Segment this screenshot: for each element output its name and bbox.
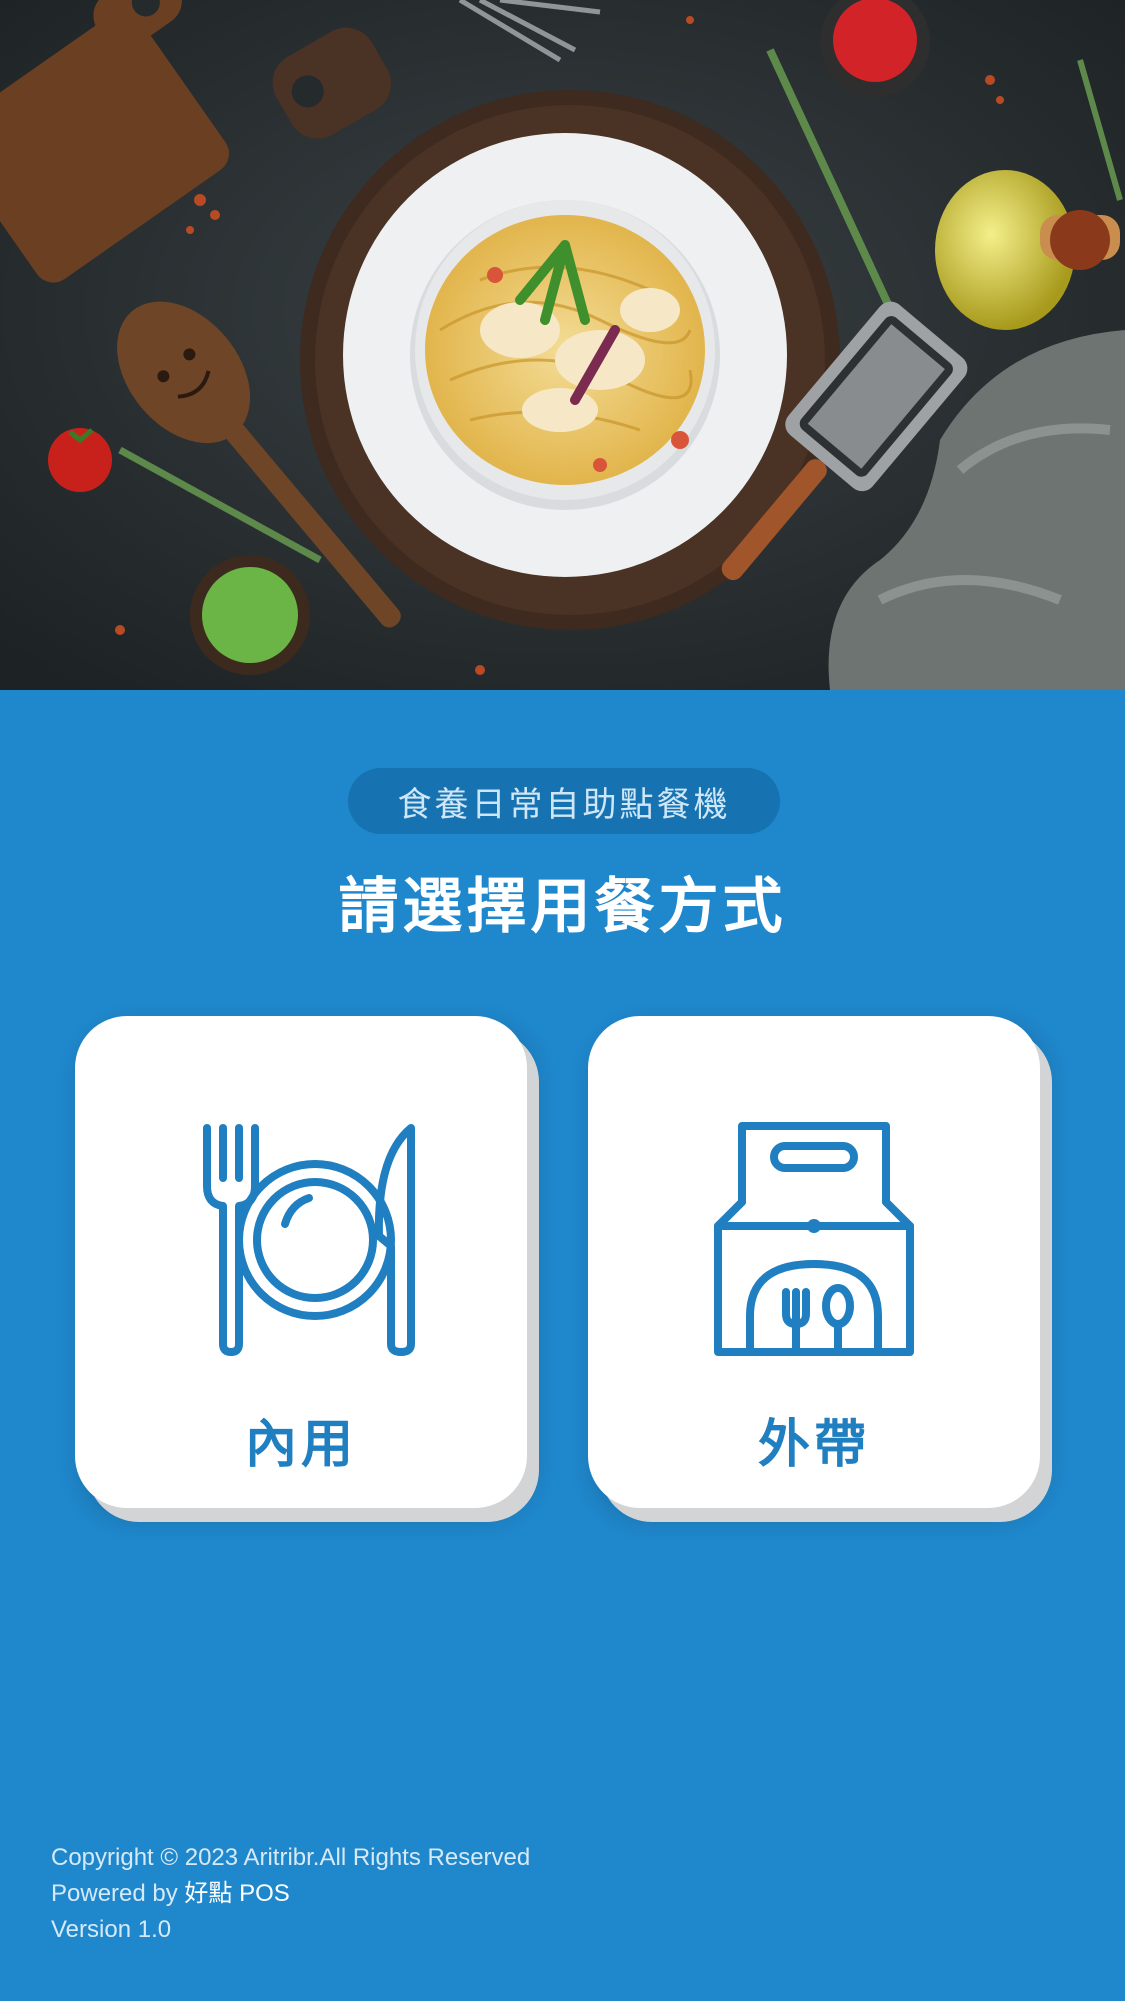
powered-by-line: Powered by 好點 POS xyxy=(51,1876,530,1912)
powered-by-brand: 好點 POS xyxy=(184,1880,290,1907)
kiosk-name-badge: 食養日常自助點餐機 xyxy=(348,768,780,834)
main-panel: 食養日常自助點餐機 請選擇用餐方式 內用 外帶 Copyright © 2023… xyxy=(0,690,1125,2001)
takeaway-bag-icon xyxy=(694,1116,934,1356)
dine-in-label: 內用 xyxy=(244,1415,357,1475)
footer: Copyright © 2023 Aritribr.All Rights Res… xyxy=(51,1840,530,1948)
takeaway-button[interactable]: 外帶 xyxy=(588,1016,1040,1508)
version-text: Version 1.0 xyxy=(51,1916,172,1943)
powered-by-prefix: Powered by xyxy=(51,1880,185,1907)
takeaway-label: 外帶 xyxy=(757,1415,870,1475)
hero-food-image xyxy=(0,0,1125,690)
page-title: 請選擇用餐方式 xyxy=(338,872,787,942)
dine-in-button[interactable]: 內用 xyxy=(75,1016,527,1508)
copyright-text: Copyright © 2023 Aritribr.All Rights Res… xyxy=(51,1844,531,1871)
plate-fork-knife-icon xyxy=(181,1116,421,1356)
